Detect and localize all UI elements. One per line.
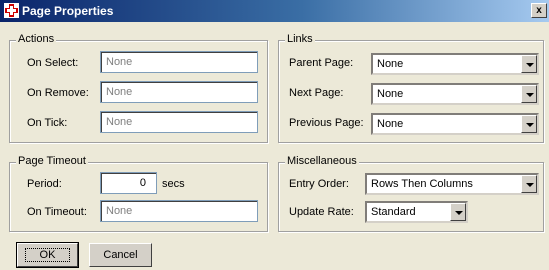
close-icon[interactable]: x	[531, 3, 547, 18]
cancel-button-label: Cancel	[103, 249, 138, 261]
period-unit: secs	[162, 178, 185, 190]
next-page-select[interactable]: None	[371, 83, 539, 105]
page-timeout-legend: Page Timeout	[16, 155, 88, 167]
on-tick-field[interactable]: None	[100, 111, 258, 133]
chevron-down-icon[interactable]	[521, 55, 537, 73]
next-page-label: Next Page:	[289, 87, 344, 99]
previous-page-select[interactable]: None	[371, 113, 539, 135]
dialog-title: Page Properties	[22, 4, 114, 18]
chevron-down-icon[interactable]	[450, 203, 466, 221]
on-timeout-label: On Timeout:	[27, 206, 87, 218]
actions-legend: Actions	[16, 33, 57, 45]
cancel-button[interactable]: Cancel	[89, 243, 152, 267]
on-remove-field[interactable]: None	[100, 81, 258, 103]
page-properties-icon	[4, 3, 19, 18]
parent-page-value: None	[377, 58, 404, 70]
on-timeout-field[interactable]: None	[100, 200, 258, 222]
ok-button-label: OK	[24, 248, 71, 262]
previous-page-label: Previous Page:	[289, 117, 364, 129]
update-rate-value: Standard	[371, 206, 416, 218]
entry-order-label: Entry Order:	[289, 178, 349, 190]
next-page-value: None	[377, 88, 404, 100]
links-legend: Links	[285, 33, 315, 45]
period-label: Period:	[27, 178, 62, 190]
previous-page-value: None	[377, 118, 404, 130]
chevron-down-icon[interactable]	[521, 85, 537, 103]
on-remove-label: On Remove:	[27, 87, 89, 99]
ok-button[interactable]: OK	[16, 242, 79, 268]
title-bar: Page Properties x	[0, 0, 549, 22]
miscellaneous-legend: Miscellaneous	[285, 155, 359, 167]
period-field[interactable]: 0	[100, 172, 157, 194]
page-properties-dialog: Page Properties x Actions On Select: Non…	[0, 0, 549, 270]
parent-page-select[interactable]: None	[371, 53, 539, 75]
entry-order-select[interactable]: Rows Then Columns	[365, 173, 539, 195]
entry-order-value: Rows Then Columns	[371, 178, 473, 190]
chevron-down-icon[interactable]	[521, 115, 537, 133]
on-tick-label: On Tick:	[27, 117, 68, 129]
chevron-down-icon[interactable]	[521, 175, 537, 193]
update-rate-label: Update Rate:	[289, 206, 354, 218]
on-select-label: On Select:	[27, 57, 79, 69]
on-select-field[interactable]: None	[100, 51, 258, 73]
parent-page-label: Parent Page:	[289, 57, 354, 69]
update-rate-select[interactable]: Standard	[365, 201, 468, 223]
